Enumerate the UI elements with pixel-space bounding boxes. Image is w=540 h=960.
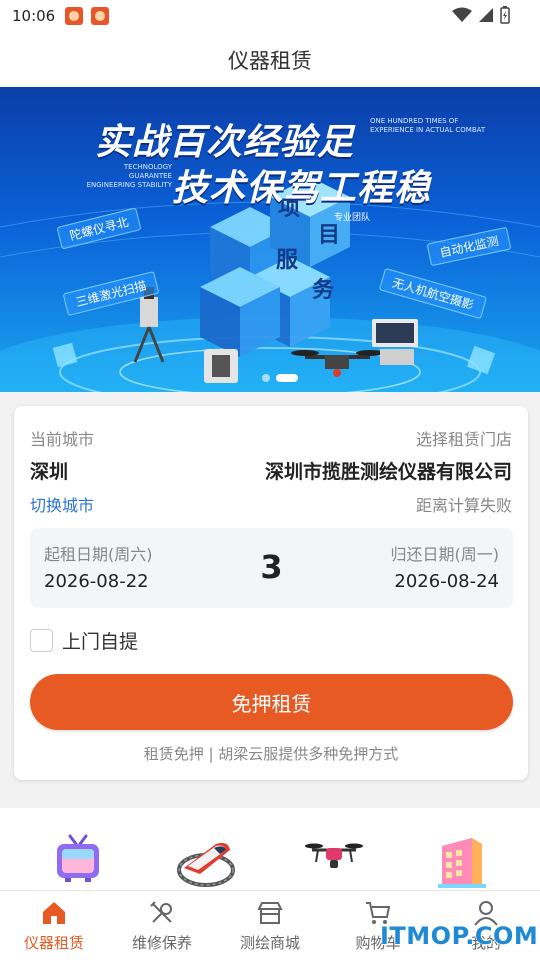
cube-char-2: 目 [318, 223, 340, 248]
banner-headline-line2: 技术保驾工程稳 [172, 168, 432, 209]
cube-char-3: 服 [276, 248, 299, 273]
category-strip [0, 808, 540, 890]
distance-status: 距离计算失败 [415, 496, 512, 515]
banner-english-caption-right: ONE HUNDRED TIMES OF EXPERIENCE IN ACTUA… [370, 117, 486, 134]
promo-banner[interactable]: 项 目 服 务 实战百次经验足 技术保驾工程稳 ONE HUNDRED TIME… [0, 87, 540, 392]
nav-item-rental[interactable]: 仪器租赁 [0, 891, 108, 960]
nav-label-store: 测绘商城 [239, 934, 300, 952]
self-pickup-label: 上门自提 [62, 631, 139, 653]
signal-icon [479, 8, 493, 22]
train-icon[interactable] [176, 830, 236, 890]
select-store-label: 选择租赁门店 [415, 430, 512, 449]
banner-headline-line1: 实战百次经验足 [95, 122, 355, 163]
status-indicators [452, 6, 510, 24]
tools-icon [150, 901, 172, 923]
nav-item-repair[interactable]: 维修保养 [108, 891, 216, 960]
store-icon [257, 902, 283, 924]
cube-char-4: 务 [312, 278, 335, 303]
banner-dot[interactable] [262, 374, 270, 382]
home-icon [43, 902, 65, 924]
current-city-value: 深圳 [30, 461, 69, 483]
notification-app-icon [65, 7, 84, 25]
store-name-button[interactable]: 深圳市揽胜测绘仪器有限公司 [265, 457, 512, 484]
status-bar: 10:06 [0, 0, 540, 32]
app-header: 仪器租赁 [0, 32, 540, 87]
battery-icon [500, 6, 510, 24]
notification-app-icon [91, 7, 110, 25]
app-screen: 10:06 仪器租赁 项 目 服 务 实战百次经验足 技术保驾工程稳 ONE H… [0, 0, 540, 960]
laser-scanner-icon [204, 349, 238, 383]
rental-date-picker[interactable]: 起租日期(周六) 2026-08-22 3 归还日期(周一) 2026-08-2… [30, 528, 513, 608]
drone-icon[interactable] [304, 830, 364, 890]
nav-label-rental: 仪器租赁 [23, 934, 84, 952]
banner-dot-active[interactable] [276, 374, 298, 382]
deposit-free-note: 租赁免押 | 胡梁云服提供多种免押方式 [143, 745, 399, 763]
banner-tag-team: 专业团队 [334, 213, 371, 223]
banner-english-caption-left: TECHNOLOGY GUARANTEE ENGINEERING STABILI… [86, 163, 172, 189]
building-icon[interactable] [432, 830, 492, 890]
page-title: 仪器租赁 [228, 48, 312, 73]
end-date-value[interactable]: 2026-08-24 [394, 571, 499, 592]
nav-item-store[interactable]: 测绘商城 [216, 891, 324, 960]
wifi-icon [452, 7, 472, 22]
current-city-label: 当前城市 [30, 430, 95, 449]
end-date-label: 归还日期(周一) [390, 545, 500, 564]
site-watermark: ITMOP.COM [380, 922, 539, 950]
deposit-free-rent-button[interactable]: 免押租赁 [30, 674, 513, 730]
switch-city-link[interactable]: 切换城市 [30, 492, 94, 516]
banner-pagination [262, 374, 298, 382]
self-pickup-checkbox[interactable] [30, 629, 53, 652]
rental-card: 当前城市 选择租赁门店 深圳 深圳市揽胜测绘仪器有限公司 切换城市 距离计算失败… [14, 406, 528, 780]
self-pickup-option[interactable]: 上门自提 [30, 627, 138, 654]
nav-label-repair: 维修保养 [131, 934, 192, 952]
tv-icon[interactable] [48, 830, 108, 890]
status-time: 10:06 [12, 7, 56, 25]
